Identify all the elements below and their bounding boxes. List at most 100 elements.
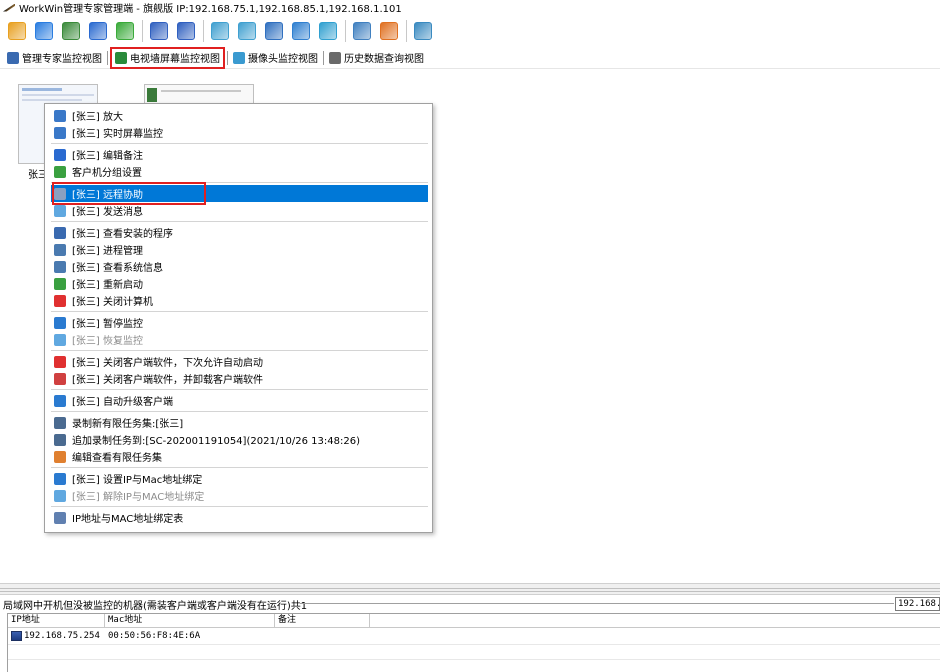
column-mac[interactable]: Mac地址: [105, 614, 275, 627]
menu-item-play[interactable]: [张三] 恢复监控: [51, 331, 428, 348]
menu-item-unbind[interactable]: [张三] 解除IP与MAC地址绑定: [51, 487, 428, 504]
menu-item-record-task[interactable]: 录制新有限任务集:[张三]: [51, 414, 428, 431]
toolbar-separator: [142, 20, 143, 42]
installed-programs-icon: [54, 226, 66, 239]
tab-label: 电视墙屏幕监控视图: [130, 54, 220, 65]
menu-item-label: [张三] 编辑备注: [72, 151, 143, 162]
ip-input[interactable]: 192.168.: [895, 597, 940, 611]
menu-item-close-x[interactable]: [张三] 关闭客户端软件，下次允许自动启动: [51, 353, 428, 370]
stack-button[interactable]: [6, 20, 28, 42]
screen-transfer-button[interactable]: [290, 20, 312, 42]
menu-item-process[interactable]: [张三] 进程管理: [51, 241, 428, 258]
view-tabs: 管理专家监控视图 电视墙屏幕监控视图 摄像头监控视图 历史数据查询视图: [0, 46, 940, 69]
settings-gear-button[interactable]: [60, 20, 82, 42]
close-x-icon: [54, 355, 66, 368]
screen-share-button[interactable]: [209, 20, 231, 42]
menu-separator: [51, 221, 428, 222]
context-menu: [张三] 放大 [张三] 实时屏幕监控 [张三] 编辑备注 客户机分组设置 [张三] 远…: [44, 103, 433, 533]
lock-bind-icon: [54, 472, 66, 485]
client-group-icon: [54, 165, 66, 178]
camera-view-icon: [233, 51, 245, 64]
menu-item-power[interactable]: [张三] 关闭计算机: [51, 292, 428, 309]
menu-item-append-task[interactable]: 追加录制任务到:[SC-202001191054](2021/10/26 13:…: [51, 431, 428, 448]
menu-item-restart[interactable]: [张三] 重新启动: [51, 275, 428, 292]
play-icon: [54, 333, 66, 346]
bind-table-icon: [54, 511, 66, 524]
broadcast-icon: [238, 22, 256, 40]
menu-separator: [51, 467, 428, 468]
menu-item-label: [张三] 自动升级客户端: [72, 397, 173, 408]
tab-tv-wall[interactable]: 电视墙屏幕监控视图: [110, 46, 225, 69]
table-row[interactable]: 192.168.75.254 00:50:56:F8:4E:6A: [8, 628, 940, 643]
globe-button[interactable]: [33, 20, 55, 42]
menu-item-system-info[interactable]: [张三] 查看系统信息: [51, 258, 428, 275]
menu-separator: [51, 506, 428, 507]
panel-splitter[interactable]: [0, 583, 940, 595]
search-screen-button[interactable]: [263, 20, 285, 42]
process-icon: [54, 243, 66, 256]
menu-item-lock-bind[interactable]: [张三] 设置IP与Mac地址绑定: [51, 470, 428, 487]
menu-item-client-group[interactable]: 客户机分组设置: [51, 163, 428, 180]
unbind-icon: [54, 489, 66, 502]
column-ip[interactable]: IP地址: [8, 614, 105, 627]
upgrade-arrow-icon: [54, 394, 66, 407]
menu-item-label: 客户机分组设置: [72, 168, 142, 179]
document-check-button[interactable]: [87, 20, 109, 42]
menu-item-upgrade-arrow[interactable]: [张三] 自动升级客户端: [51, 392, 428, 409]
window-title: WorkWin管理专家管理端 - 旗舰版 IP:192.168.75.1,192…: [19, 4, 402, 15]
menu-separator: [51, 311, 428, 312]
org-chart-icon: [150, 22, 168, 40]
chat-bubble-button[interactable]: [412, 20, 434, 42]
uninstall-icon: [54, 372, 66, 385]
broadcast-button[interactable]: [236, 20, 258, 42]
menu-item-label: [张三] 恢复监控: [72, 336, 143, 347]
menu-item-label: [张三] 放大: [72, 112, 123, 123]
menu-item-label: [张三] 关闭客户端软件，并卸载客户端软件: [72, 375, 263, 386]
group-caption: 局域网中开机但没被监控的机器(需装客户端或客户端没有在运行)共1: [3, 597, 310, 612]
history-query-icon: [329, 51, 341, 64]
menu-item-label: 追加录制任务到:[SC-202001191054](2021/10/26 13:…: [72, 436, 360, 447]
user-lock-button[interactable]: [175, 20, 197, 42]
report-button[interactable]: [378, 20, 400, 42]
users-group-button[interactable]: [114, 20, 136, 42]
tab-separator: [323, 50, 324, 65]
pause-icon: [54, 316, 66, 329]
menu-item-label: [张三] 查看系统信息: [72, 263, 163, 274]
system-info-icon: [54, 260, 66, 273]
toolbar-separator: [345, 20, 346, 42]
toolbar-separator: [406, 20, 407, 42]
menu-item-uninstall[interactable]: [张三] 关闭客户端软件，并卸载客户端软件: [51, 370, 428, 387]
picture-monitor-icon: [319, 22, 337, 40]
menu-item-installed-programs[interactable]: [张三] 查看安装的程序: [51, 224, 428, 241]
menu-separator: [51, 143, 428, 144]
ip-window-button[interactable]: [351, 20, 373, 42]
annotation-highlight-remote-assist: [52, 182, 206, 205]
menu-separator: [51, 411, 428, 412]
menu-item-pencil[interactable]: [张三] 编辑备注: [51, 146, 428, 163]
menu-item-edit-task[interactable]: 编辑查看有限任务集: [51, 448, 428, 465]
menu-item-bind-table[interactable]: IP地址与MAC地址绑定表: [51, 509, 428, 526]
document-check-icon: [89, 22, 107, 40]
send-message-icon: [54, 204, 66, 217]
tab-camera-view[interactable]: 摄像头监控视图: [230, 48, 321, 68]
picture-monitor-button[interactable]: [317, 20, 339, 42]
cell-ip: 192.168.75.254: [8, 630, 105, 641]
menu-item-label: [张三] 关闭计算机: [72, 297, 153, 308]
tab-history-query[interactable]: 历史数据查询视图: [326, 48, 427, 68]
column-note[interactable]: 备注: [275, 614, 370, 627]
report-icon: [380, 22, 398, 40]
menu-item-label: [张三] 解除IP与MAC地址绑定: [72, 492, 205, 503]
menu-item-magnifier[interactable]: [张三] 实时屏幕监控: [51, 124, 428, 141]
tab-separator: [107, 50, 108, 65]
org-chart-button[interactable]: [148, 20, 170, 42]
row-gridline: [8, 644, 940, 645]
tab-manager-view[interactable]: 管理专家监控视图: [4, 48, 105, 68]
menu-item-zoom-monitor[interactable]: [张三] 放大: [51, 107, 428, 124]
toolbar-separator: [203, 20, 204, 42]
menu-item-pause[interactable]: [张三] 暂停监控: [51, 314, 428, 331]
main-toolbar: [0, 16, 940, 46]
power-icon: [54, 294, 66, 307]
menu-item-label: [张三] 关闭客户端软件，下次允许自动启动: [72, 358, 263, 369]
menu-item-label: [张三] 进程管理: [72, 246, 143, 257]
zoom-monitor-icon: [54, 109, 66, 122]
